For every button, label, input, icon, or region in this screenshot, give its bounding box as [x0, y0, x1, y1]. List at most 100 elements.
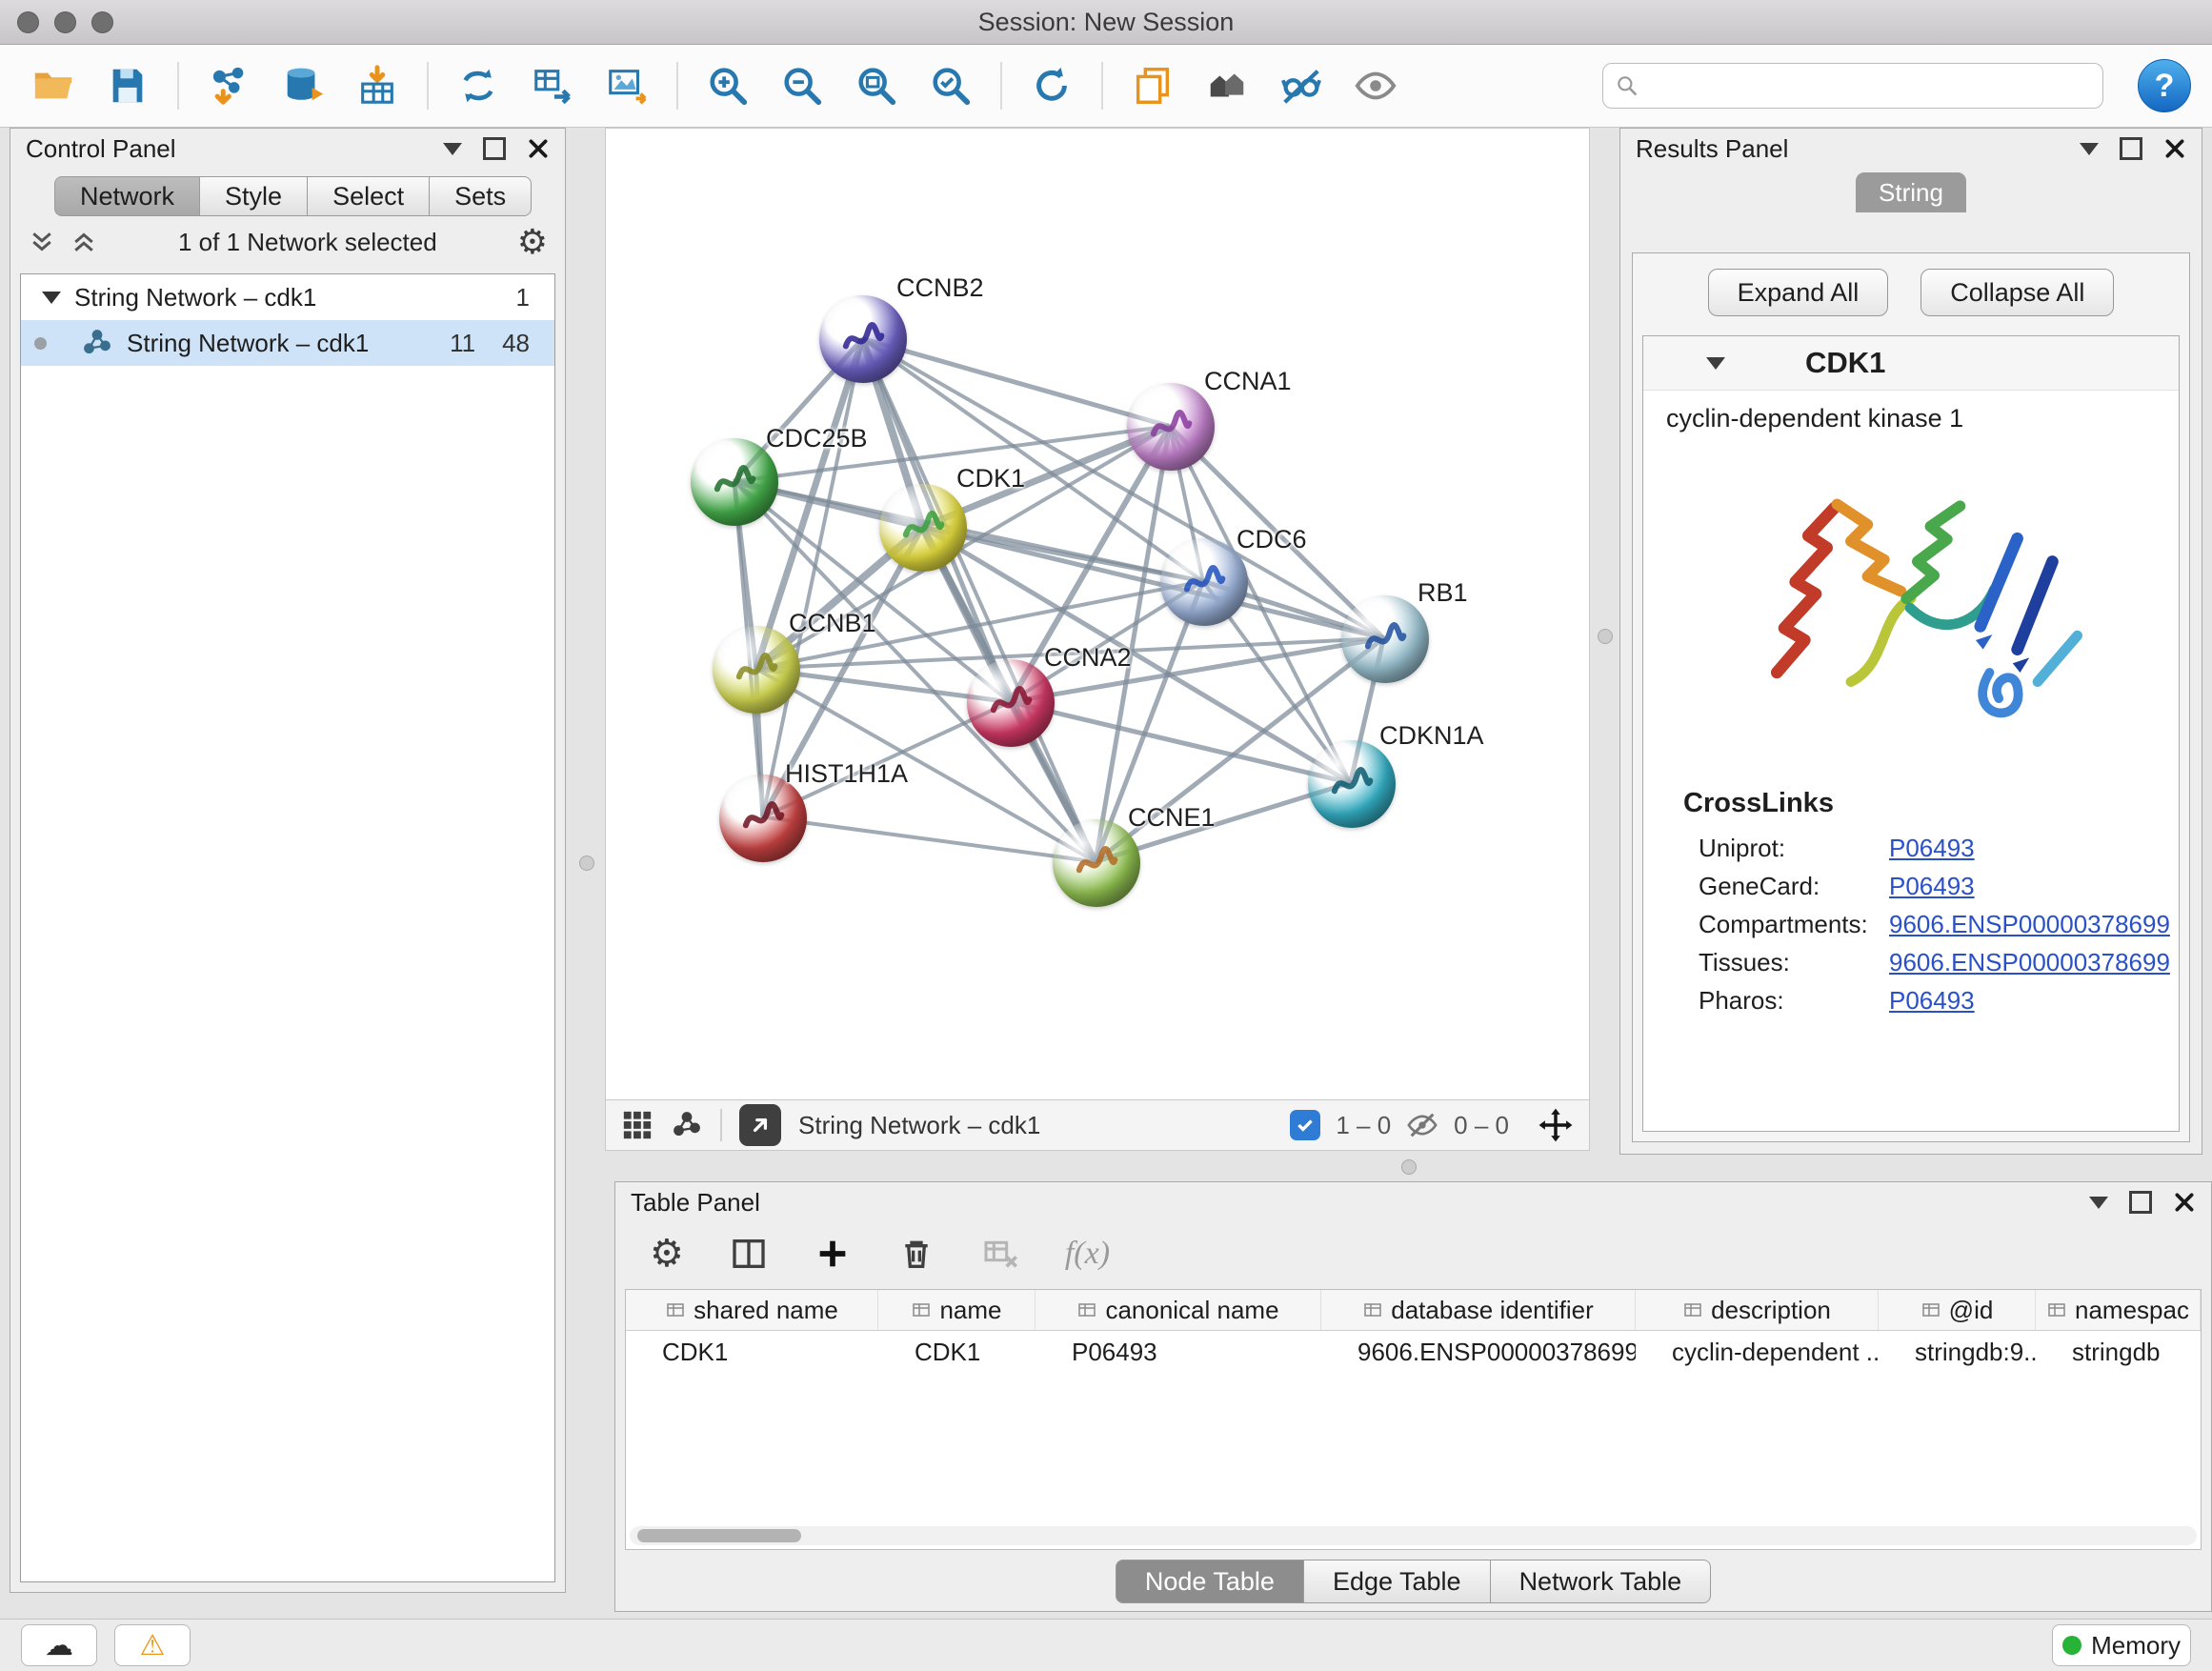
column-header[interactable]: namespac: [2036, 1290, 2201, 1330]
column-header[interactable]: description: [1636, 1290, 1879, 1330]
warnings-button[interactable]: ⚠: [114, 1624, 191, 1666]
open-session-button[interactable]: [21, 53, 86, 118]
network-node-CDC6[interactable]: [1160, 538, 1248, 626]
search-input[interactable]: [1649, 70, 2091, 102]
panel-float-icon[interactable]: [2129, 1191, 2152, 1214]
collapse-all-icon[interactable]: [28, 228, 56, 256]
network-row[interactable]: String Network – cdk1 11 48: [21, 320, 554, 366]
table-row[interactable]: CDK1 CDK1 P06493 9606.ENSP00000378699 cy…: [626, 1331, 2201, 1373]
hidden-items-icon[interactable]: [1406, 1109, 1438, 1141]
panel-float-icon[interactable]: [2120, 137, 2142, 160]
tab-select[interactable]: Select: [308, 176, 430, 216]
tab-string[interactable]: String: [1856, 172, 1966, 212]
column-header[interactable]: shared name: [626, 1290, 878, 1330]
zoom-fit-button[interactable]: [844, 53, 909, 118]
close-window-button[interactable]: [17, 11, 39, 33]
minimize-window-button[interactable]: [54, 11, 76, 33]
crosslink-link-compartments[interactable]: 9606.ENSP00000378699: [1889, 910, 2179, 939]
network-node-CDKN1A[interactable]: [1308, 740, 1396, 828]
column-header[interactable]: canonical name: [1036, 1290, 1321, 1330]
splitter-handle[interactable]: [579, 856, 594, 871]
delete-table-icon[interactable]: [981, 1235, 1019, 1273]
cloud-button[interactable]: ☁: [21, 1624, 97, 1666]
zoom-selected-button[interactable]: [918, 53, 983, 118]
panel-close-icon[interactable]: [2163, 137, 2186, 160]
network-view-icon[interactable]: [671, 1109, 703, 1141]
import-network-file-button[interactable]: [196, 53, 261, 118]
tab-network[interactable]: Network: [54, 176, 200, 216]
network-node-CCNB2[interactable]: [819, 295, 907, 383]
clone-network-button[interactable]: [446, 53, 511, 118]
table-settings-icon[interactable]: ⚙: [650, 1235, 684, 1273]
zoom-out-button[interactable]: [770, 53, 835, 118]
crosslink-link-genecard[interactable]: P06493: [1889, 872, 2179, 901]
import-table-button[interactable]: [345, 53, 410, 118]
scrollbar-thumb[interactable]: [637, 1529, 801, 1542]
network-from-table-button[interactable]: [520, 53, 585, 118]
function-builder-button[interactable]: f(x): [1065, 1236, 1110, 1272]
panel-close-icon[interactable]: [527, 137, 550, 160]
cell-name[interactable]: CDK1: [878, 1331, 1036, 1373]
column-header[interactable]: @id: [1879, 1290, 2036, 1330]
network-collection-row[interactable]: String Network – cdk1 1: [21, 274, 554, 320]
add-column-icon[interactable]: [814, 1235, 852, 1273]
maximize-window-button[interactable]: [91, 11, 113, 33]
cell-description[interactable]: cyclin-dependent ...: [1636, 1331, 1879, 1373]
expand-all-icon[interactable]: [70, 228, 98, 256]
network-node-RB1[interactable]: [1341, 595, 1429, 683]
apply-layout-button[interactable]: [1019, 53, 1084, 118]
birdseye-view-button[interactable]: [739, 1104, 781, 1146]
grid-view-icon[interactable]: [621, 1109, 654, 1141]
tab-node-table[interactable]: Node Table: [1116, 1560, 1304, 1603]
zoom-in-button[interactable]: [695, 53, 760, 118]
export-image-button[interactable]: [594, 53, 659, 118]
splitter-handle[interactable]: [1401, 1159, 1417, 1175]
panel-menu-icon[interactable]: [2080, 143, 2099, 155]
help-button[interactable]: ?: [2138, 59, 2191, 112]
save-session-button[interactable]: [95, 53, 160, 118]
network-edge[interactable]: [763, 817, 1096, 862]
memory-button[interactable]: Memory: [2052, 1624, 2191, 1666]
network-node-CCNA2[interactable]: [967, 659, 1055, 747]
import-network-database-button[interactable]: [271, 53, 335, 118]
delete-column-icon[interactable]: [897, 1235, 935, 1273]
network-edge[interactable]: [763, 339, 863, 817]
tab-style[interactable]: Style: [200, 176, 308, 216]
cell-database-identifier[interactable]: 9606.ENSP00000378699: [1321, 1331, 1636, 1373]
network-edge[interactable]: [862, 339, 1169, 427]
crosslink-link-pharos[interactable]: P06493: [1889, 986, 2179, 1016]
hide-graphics-details-button[interactable]: [1269, 53, 1334, 118]
expand-all-button[interactable]: Expand All: [1708, 269, 1889, 316]
tab-sets[interactable]: Sets: [430, 176, 532, 216]
panel-menu-icon[interactable]: [2089, 1197, 2108, 1209]
cell-shared-name[interactable]: CDK1: [626, 1331, 878, 1373]
duplicate-document-button[interactable]: [1120, 53, 1185, 118]
network-canvas[interactable]: CCNB2CCNA1CDC25BCDK1CDC6RB1CCNB1CCNA2CDK…: [605, 128, 1590, 1100]
column-header[interactable]: name: [878, 1290, 1036, 1330]
home-views-button[interactable]: [1195, 53, 1259, 118]
crosslink-link-uniprot[interactable]: P06493: [1889, 834, 2179, 863]
cell-namespace[interactable]: stringdb: [2036, 1331, 2201, 1373]
show-hide-button[interactable]: [1343, 53, 1408, 118]
crosslink-link-tissues[interactable]: 9606.ENSP00000378699: [1889, 948, 2179, 977]
network-node-CDK1[interactable]: [879, 484, 967, 572]
collapse-all-button[interactable]: Collapse All: [1920, 269, 2114, 316]
splitter-handle[interactable]: [1598, 629, 1613, 644]
pan-crosshair-icon[interactable]: [1538, 1107, 1574, 1143]
tab-edge-table[interactable]: Edge Table: [1304, 1560, 1491, 1603]
tree-expand-icon[interactable]: [42, 292, 61, 304]
gear-icon[interactable]: ⚙: [517, 225, 548, 259]
selected-items-icon[interactable]: [1290, 1110, 1320, 1140]
cell-canonical-name[interactable]: P06493: [1036, 1331, 1321, 1373]
cell-id[interactable]: stringdb:9...: [1879, 1331, 2036, 1373]
panel-float-icon[interactable]: [483, 137, 506, 160]
network-node-CCNA1[interactable]: [1127, 383, 1215, 471]
network-edges[interactable]: [606, 129, 1589, 1099]
collapse-section-icon[interactable]: [1706, 357, 1725, 370]
tab-network-table[interactable]: Network Table: [1491, 1560, 1712, 1603]
column-header[interactable]: database identifier: [1321, 1290, 1636, 1330]
panel-close-icon[interactable]: [2173, 1191, 2196, 1214]
protein-card-header[interactable]: CDK1: [1643, 336, 2179, 391]
horizontal-scrollbar[interactable]: [630, 1526, 2197, 1545]
show-columns-icon[interactable]: [730, 1235, 768, 1273]
